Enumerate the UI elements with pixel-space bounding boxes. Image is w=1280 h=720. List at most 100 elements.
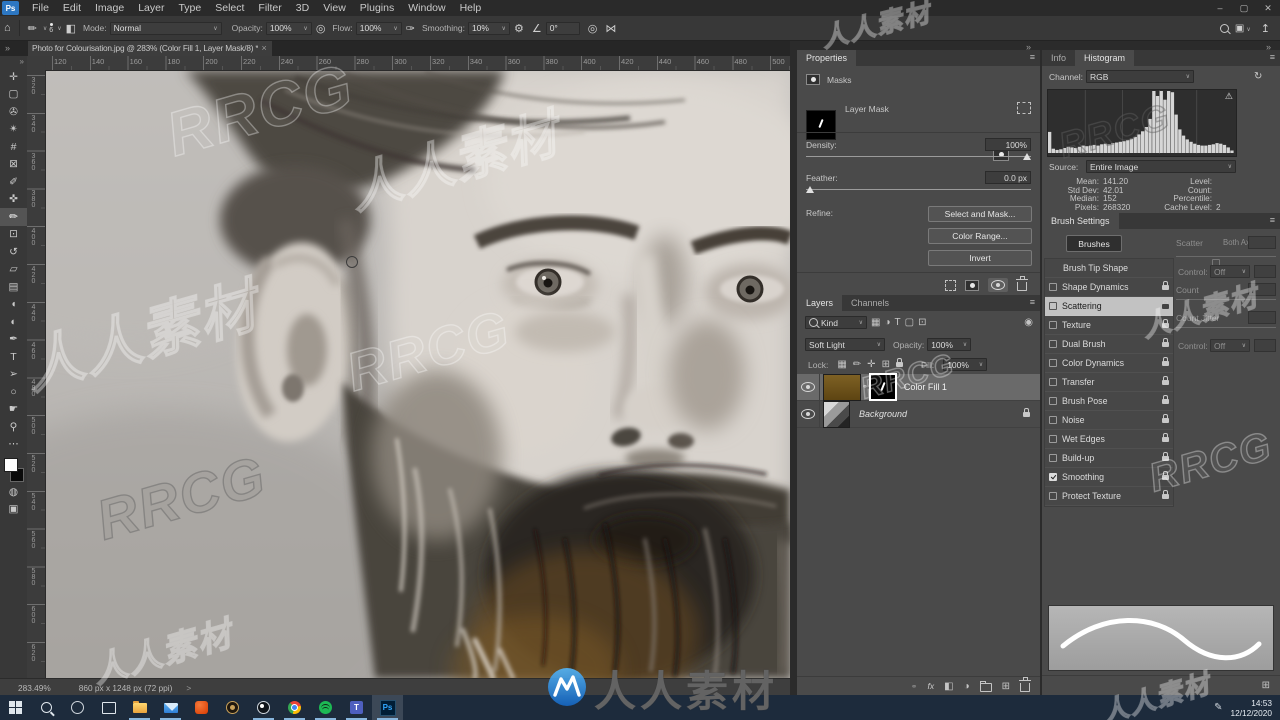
lock-icon[interactable] — [1162, 299, 1169, 309]
tab-properties[interactable]: Properties — [797, 50, 857, 66]
workspace-icon[interactable]: ▣ ∨ — [1235, 23, 1251, 34]
link-layers-icon[interactable]: ⚭ — [911, 682, 918, 691]
brush-angle-input[interactable]: 0° — [545, 21, 580, 35]
layer-visibility-toggle[interactable] — [797, 401, 820, 427]
brush-setting-shape-dynamics[interactable]: Shape Dynamics — [1045, 278, 1173, 297]
toggle-brush-panel-icon[interactable]: ◧ — [66, 22, 76, 35]
move-tool-icon[interactable]: ✛ — [0, 68, 27, 86]
taskbar-photoshop[interactable]: Ps — [372, 695, 403, 720]
mask-visibility-button[interactable] — [988, 278, 1008, 292]
filter-adjustment-icon[interactable]: ◑ — [884, 317, 890, 328]
type-tool-icon[interactable]: T — [0, 348, 27, 366]
blend-mode-dropdown[interactable]: Soft Light ∨ — [805, 338, 885, 351]
density-value[interactable]: 100% — [985, 138, 1031, 151]
lock-transparency-icon[interactable]: ▦ — [837, 359, 846, 370]
taskbar-cortana[interactable] — [62, 695, 93, 720]
lock-artboard-icon[interactable]: ⊞ — [882, 359, 890, 370]
taskbar-search[interactable] — [31, 695, 62, 720]
layer-effects-icon[interactable]: fx — [927, 681, 934, 691]
taskbar-obs[interactable] — [248, 695, 279, 720]
smoothing-dropdown[interactable]: 10% ∨ — [467, 21, 510, 35]
filter-kind-dropdown[interactable]: Kind ∨ — [805, 316, 867, 329]
new-adjustment-icon[interactable]: ◑ — [964, 681, 970, 692]
tab-info[interactable]: Info — [1042, 50, 1075, 66]
checkbox[interactable] — [1049, 454, 1057, 462]
path-selection-tool-icon[interactable]: ➢ — [0, 366, 27, 384]
quick-selection-tool-icon[interactable]: ✴ — [0, 121, 27, 139]
brush-tool-preset-icon[interactable]: ✏ — [28, 22, 37, 35]
menu-item-select[interactable]: Select — [208, 2, 251, 14]
gear-icon[interactable]: ⚙ — [514, 22, 524, 35]
layer-row-color-fill[interactable]: ⚭ Color Fill 1 — [797, 373, 1040, 401]
gradient-tool-icon[interactable]: ▤ — [0, 278, 27, 296]
lock-icon[interactable] — [1162, 375, 1169, 385]
brush-preset-picker[interactable]: 6 — [49, 23, 53, 34]
checkbox[interactable] — [1049, 416, 1057, 424]
menu-item-file[interactable]: File — [25, 2, 56, 14]
lock-icon[interactable] — [1162, 451, 1169, 461]
taskbar-file-explorer[interactable] — [124, 695, 155, 720]
history-brush-tool-icon[interactable]: ↺ — [0, 243, 27, 261]
lock-icon[interactable] — [1162, 356, 1169, 366]
brush-setting-texture[interactable]: Texture — [1045, 316, 1173, 335]
taskbar-task-view[interactable] — [93, 695, 124, 720]
panel-menu-icon[interactable]: ≡ — [1270, 52, 1275, 62]
menu-item-3d[interactable]: 3D — [289, 2, 316, 14]
canvas[interactable] — [45, 70, 790, 678]
menu-item-type[interactable]: Type — [171, 2, 208, 14]
opacity-dropdown[interactable]: 100% ∨ — [265, 21, 312, 35]
flow-dropdown[interactable]: 100% ∨ — [355, 21, 402, 35]
minimize-button[interactable]: – — [1208, 3, 1232, 14]
taskbar-chrome[interactable] — [279, 695, 310, 720]
checkbox[interactable] — [1049, 321, 1057, 329]
checkbox[interactable] — [1049, 378, 1057, 386]
document-tab[interactable]: Photo for Colourisation.jpg @ 283% (Colo… — [28, 40, 272, 56]
checkbox[interactable] — [1049, 359, 1057, 367]
panel-menu-icon[interactable]: ≡ — [1030, 52, 1035, 62]
density-slider-thumb[interactable] — [1023, 153, 1031, 160]
add-mask-icon[interactable]: ◧ — [944, 681, 953, 692]
crop-tool-icon[interactable]: # — [0, 138, 27, 156]
taskbar-office[interactable] — [186, 695, 217, 720]
panel-menu-icon[interactable]: ≡ — [1270, 215, 1275, 225]
brush-setting-wet-edges[interactable]: Wet Edges — [1045, 430, 1173, 449]
load-selection-icon[interactable] — [945, 279, 956, 291]
mask-link-icon[interactable]: ⚭ — [862, 383, 868, 391]
density-slider[interactable] — [806, 153, 1031, 160]
status-arrow-icon[interactable]: > — [186, 683, 191, 693]
tab-histogram[interactable]: Histogram — [1075, 50, 1135, 66]
collapse-panels-icon[interactable]: » — [1266, 42, 1271, 52]
pressure-opacity-icon[interactable]: ◎ — [316, 22, 326, 35]
lock-pixels-icon[interactable]: ✏ — [853, 359, 861, 370]
lock-icon[interactable] — [1162, 413, 1169, 423]
channel-dropdown[interactable]: RGB ∨ — [1086, 70, 1194, 83]
checkbox[interactable] — [1049, 397, 1057, 405]
tab-close-icon[interactable]: × — [261, 43, 266, 53]
warning-icon[interactable]: ⚠ — [1225, 91, 1233, 102]
feather-slider[interactable] — [806, 186, 1031, 193]
brush-setting-protect-texture[interactable]: Protect Texture — [1045, 487, 1173, 506]
layer-row-background[interactable]: Background — [797, 400, 1040, 428]
zoom-level-value[interactable]: 283.49% — [18, 683, 51, 693]
fill-dropdown[interactable]: 100% ∨ — [943, 358, 988, 371]
filter-type-icon[interactable]: T — [895, 317, 901, 328]
brushes-button[interactable]: Brushes — [1066, 235, 1122, 252]
feather-value[interactable]: 0.0 px — [985, 171, 1031, 184]
filter-shape-icon[interactable]: ▢ — [905, 317, 914, 328]
share-icon[interactable]: ↥ — [1261, 22, 1270, 35]
marquee-tool-icon[interactable]: ▢ — [0, 86, 27, 104]
layer-name[interactable]: Background — [859, 409, 907, 419]
eyedropper-tool-icon[interactable]: ✐ — [0, 173, 27, 191]
panel-menu-icon[interactable]: ≡ — [1030, 297, 1035, 307]
frame-tool-icon[interactable]: ⊠ — [0, 156, 27, 174]
delete-layer-icon[interactable] — [1019, 677, 1031, 692]
airbrush-icon[interactable]: ✑ — [406, 22, 415, 35]
ink-workspace-icon[interactable]: ✎ — [1214, 702, 1222, 713]
brush-setting-brush-pose[interactable]: Brush Pose — [1045, 392, 1173, 411]
pen-tool-icon[interactable]: ✒ — [0, 331, 27, 349]
filter-smartobject-icon[interactable]: ⊡ — [918, 317, 926, 328]
horizontal-ruler[interactable]: 120 140 160 180 200 220 240 260 280 300 320 340 360 3… — [45, 56, 790, 71]
lock-icon[interactable] — [1162, 394, 1169, 404]
menu-item-window[interactable]: Window — [401, 2, 452, 14]
tab-channels[interactable]: Channels — [842, 295, 898, 311]
